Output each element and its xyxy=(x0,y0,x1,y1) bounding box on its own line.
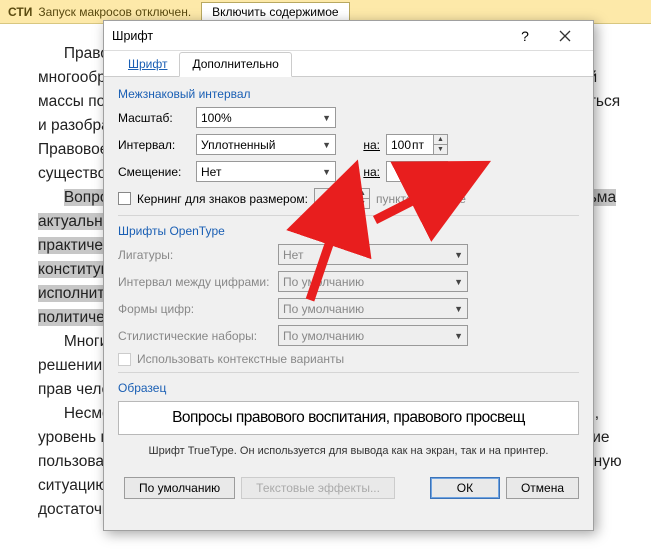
scale-combo[interactable]: 100%▼ xyxy=(196,107,336,128)
group-spacing: Межзнаковый интервал xyxy=(118,87,579,101)
security-label: СТИ xyxy=(8,5,32,19)
kerning-size-spinner: ▲▼ xyxy=(356,188,370,209)
close-button[interactable] xyxy=(545,21,585,51)
cancel-button[interactable]: Отмена xyxy=(506,477,579,499)
chevron-down-icon: ▼ xyxy=(318,113,331,123)
kerning-label: Кернинг для знаков размером: xyxy=(137,192,308,206)
preview-box: Вопросы правового воспитания, правового … xyxy=(118,401,579,435)
position-by-input[interactable] xyxy=(386,161,434,182)
interval-by-input[interactable]: 100пт xyxy=(386,134,434,155)
chevron-down-icon: ▼ xyxy=(318,140,331,150)
chevron-down-icon: ▼ xyxy=(450,277,463,287)
kerning-checkbox[interactable] xyxy=(118,192,131,205)
interval-label: Интервал: xyxy=(118,138,196,152)
scale-label: Масштаб: xyxy=(118,111,196,125)
interval-by-spinner[interactable]: ▲▼ xyxy=(434,134,448,155)
help-button[interactable]: ? xyxy=(505,21,545,51)
stylesets-label: Стилистические наборы: xyxy=(118,329,278,343)
group-opentype: Шрифты OpenType xyxy=(118,224,579,238)
position-combo[interactable]: Нет▼ xyxy=(196,161,336,182)
position-by-label: на: xyxy=(352,165,380,179)
dialog-button-bar: По умолчанию Текстовые эффекты... ОК Отм… xyxy=(104,477,593,511)
ok-button[interactable]: ОК xyxy=(430,477,500,499)
enable-content-button[interactable]: Включить содержимое xyxy=(201,2,349,22)
interval-combo[interactable]: Уплотненный▼ xyxy=(196,134,336,155)
group-preview: Образец xyxy=(118,381,579,395)
set-default-button[interactable]: По умолчанию xyxy=(124,477,235,499)
contextual-label: Использовать контекстные варианты xyxy=(137,352,344,366)
numforms-combo: По умолчанию▼ xyxy=(278,298,468,319)
preview-note: Шрифт TrueType. Он используется для выво… xyxy=(118,445,579,457)
numforms-label: Формы цифр: xyxy=(118,302,278,316)
dialog-title: Шрифт xyxy=(112,29,505,43)
interval-by-label: на: xyxy=(352,138,380,152)
contextual-checkbox xyxy=(118,353,131,366)
stylesets-combo: По умолчанию▼ xyxy=(278,325,468,346)
position-label: Смещение: xyxy=(118,165,196,179)
chevron-down-icon: ▼ xyxy=(450,304,463,314)
dialog-tabs: Шрифт Дополнительно xyxy=(104,51,593,77)
text-effects-button: Текстовые эффекты... xyxy=(241,477,395,499)
numspacing-label: Интервал между цифрами: xyxy=(118,275,278,289)
font-dialog: Шрифт ? Шрифт Дополнительно Межзнаковый … xyxy=(103,20,594,531)
chevron-down-icon: ▼ xyxy=(450,331,463,341)
position-by-spinner[interactable]: ▲▼ xyxy=(434,161,448,182)
tab-font[interactable]: Шрифт xyxy=(116,53,179,76)
tab-advanced[interactable]: Дополнительно xyxy=(179,52,291,77)
chevron-down-icon: ▼ xyxy=(318,167,331,177)
chevron-down-icon: ▼ xyxy=(450,250,463,260)
numspacing-combo: По умолчанию▼ xyxy=(278,271,468,292)
kerning-size-input xyxy=(314,188,356,209)
kerning-unit: пунктов и более xyxy=(376,192,466,206)
ligatures-label: Лигатуры: xyxy=(118,248,278,262)
security-text: Запуск макросов отключен. xyxy=(38,5,191,19)
dialog-titlebar: Шрифт ? xyxy=(104,21,593,51)
ligatures-combo: Нет▼ xyxy=(278,244,468,265)
